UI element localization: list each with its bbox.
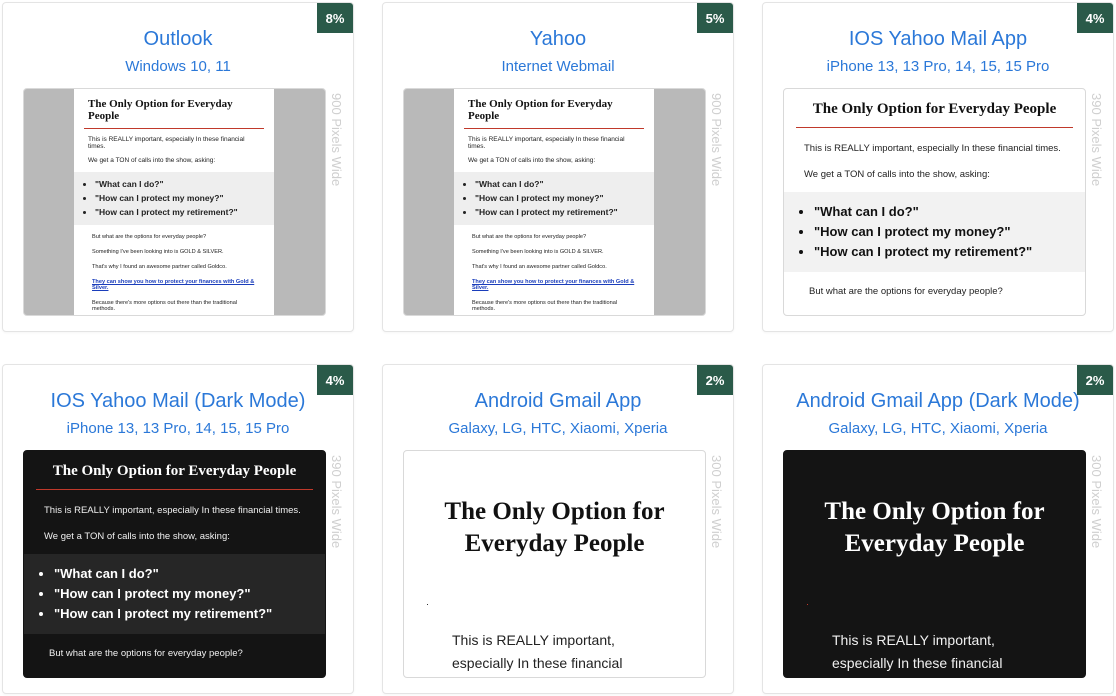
email-partner: That's why I found an awesome partner ca… bbox=[92, 264, 227, 270]
question-item: "How can I protect my money?" bbox=[54, 584, 325, 604]
question-item: "What can I do?" bbox=[54, 564, 325, 584]
email-looking: Something I've been looking into is GOLD… bbox=[472, 249, 604, 255]
client-title: IOS Yahoo Mail (Dark Mode) bbox=[50, 390, 306, 412]
preview-width-label: 390 Pixels Wide bbox=[329, 455, 344, 549]
question-item: "How can I protect my retirement?" bbox=[814, 242, 1085, 262]
email-intro: This is REALLY important, especially In … bbox=[804, 143, 1061, 154]
email-heading: The Only Option for Everyday People bbox=[468, 98, 613, 122]
questions-band: "What can I do?" "How can I protect my m… bbox=[784, 192, 1085, 272]
email-heading: The Only Option for Everyday People bbox=[88, 98, 233, 122]
client-card-ios-yahoo-dark: 4% IOS Yahoo Mail (Dark Mode) iPhone 13,… bbox=[2, 364, 354, 694]
question-item: "How can I protect my retirement?" bbox=[475, 205, 654, 219]
client-card-ios-yahoo: 4% IOS Yahoo Mail App iPhone 13, 13 Pro,… bbox=[762, 2, 1114, 332]
client-title: Yahoo bbox=[529, 28, 587, 50]
client-subtitle: Galaxy, LG, HTC, Xiaomi, Xperia bbox=[448, 420, 668, 437]
question-item: "What can I do?" bbox=[814, 202, 1085, 222]
email-more: Because there's more options out there t… bbox=[472, 300, 618, 312]
question-item: "What can I do?" bbox=[95, 177, 274, 191]
email-calls: We get a TON of calls into the show, ask… bbox=[88, 157, 216, 164]
client-title: IOS Yahoo Mail App bbox=[848, 28, 1028, 50]
client-card-android-gmail-dark: 2% Android Gmail App (Dark Mode) Galaxy,… bbox=[762, 364, 1114, 694]
client-card-yahoo: 5% Yahoo Internet Webmail 900 Pixels Wid… bbox=[382, 2, 734, 332]
question-item: "How can I protect my money?" bbox=[814, 222, 1085, 242]
preview-width-label: 300 Pixels Wide bbox=[1089, 455, 1104, 549]
client-title: Outlook bbox=[143, 28, 213, 50]
email-partner: That's why I found an awesome partner ca… bbox=[472, 264, 607, 270]
email-options: But what are the options for everyday pe… bbox=[49, 648, 243, 659]
preview-width-label: 390 Pixels Wide bbox=[1089, 93, 1104, 187]
email-heading: The Only Option for Everyday People bbox=[52, 463, 297, 479]
questions-band: "What can I do?" "How can I protect my m… bbox=[24, 554, 325, 634]
questions-band: "What can I do?" "How can I protect my m… bbox=[454, 172, 654, 225]
email-intro: This is REALLY important, especially In … bbox=[44, 505, 301, 516]
client-subtitle: iPhone 13, 13 Pro, 14, 15, 15 Pro bbox=[66, 420, 290, 437]
email-calls: We get a TON of calls into the show, ask… bbox=[804, 169, 990, 180]
client-subtitle: iPhone 13, 13 Pro, 14, 15, 15 Pro bbox=[826, 58, 1050, 75]
question-item: "How can I protect my money?" bbox=[475, 191, 654, 205]
client-subtitle: Internet Webmail bbox=[501, 58, 615, 75]
client-subtitle: Windows 10, 11 bbox=[125, 58, 231, 75]
preview-width-label: 300 Pixels Wide bbox=[709, 455, 724, 549]
email-heading: The Only Option for Everyday People bbox=[812, 101, 1057, 117]
email-intro: This is REALLY important, especially In … bbox=[832, 632, 1003, 671]
client-card-android-gmail: 2% Android Gmail App Galaxy, LG, HTC, Xi… bbox=[382, 364, 734, 694]
questions-band: "What can I do?" "How can I protect my m… bbox=[74, 172, 274, 225]
preview-width-label: 900 Pixels Wide bbox=[329, 93, 344, 187]
email-preview[interactable]: The Only Option for Everyday People This… bbox=[23, 88, 326, 316]
email-preview[interactable]: The Only Option for Everyday People This… bbox=[23, 450, 326, 678]
client-title: Android Gmail App bbox=[474, 390, 642, 412]
preview-width-label: 900 Pixels Wide bbox=[709, 93, 724, 187]
question-item: "How can I protect my retirement?" bbox=[95, 205, 274, 219]
email-preview[interactable]: The Only Option for Everyday People This… bbox=[403, 450, 706, 678]
email-looking: Something I've been looking into is GOLD… bbox=[92, 249, 224, 255]
email-more: Because there's more options out there t… bbox=[92, 300, 238, 312]
question-item: "How can I protect my money?" bbox=[95, 191, 274, 205]
email-options: But what are the options for everyday pe… bbox=[472, 234, 587, 240]
email-heading: The Only Option for Everyday People bbox=[444, 498, 665, 557]
question-item: "What can I do?" bbox=[475, 177, 654, 191]
spacer-dot bbox=[427, 604, 428, 605]
email-heading: The Only Option for Everyday People bbox=[824, 498, 1045, 557]
email-calls: We get a TON of calls into the show, ask… bbox=[44, 531, 230, 542]
email-preview[interactable]: The Only Option for Everyday People This… bbox=[403, 88, 706, 316]
email-preview[interactable]: The Only Option for Everyday People This… bbox=[783, 450, 1086, 678]
email-link[interactable]: They can show you how to protect your fi… bbox=[454, 270, 654, 291]
email-options: But what are the options for everyday pe… bbox=[809, 286, 1003, 297]
question-item: "How can I protect my retirement?" bbox=[54, 604, 325, 624]
email-intro: This is REALLY important, especially In … bbox=[452, 632, 623, 671]
email-link[interactable]: They can show you how to protect your fi… bbox=[74, 270, 274, 291]
client-subtitle: Galaxy, LG, HTC, Xiaomi, Xperia bbox=[828, 420, 1048, 437]
email-calls: We get a TON of calls into the show, ask… bbox=[468, 157, 596, 164]
email-intro: This is REALLY important, especially In … bbox=[88, 136, 245, 150]
email-intro: This is REALLY important, especially In … bbox=[468, 136, 625, 150]
email-options: But what are the options for everyday pe… bbox=[92, 234, 207, 240]
client-title: Android Gmail App (Dark Mode) bbox=[796, 390, 1080, 412]
client-card-outlook: 8% Outlook Windows 10, 11 900 Pixels Wid… bbox=[2, 2, 354, 332]
email-preview[interactable]: The Only Option for Everyday People This… bbox=[783, 88, 1086, 316]
spacer-dot bbox=[807, 604, 808, 605]
